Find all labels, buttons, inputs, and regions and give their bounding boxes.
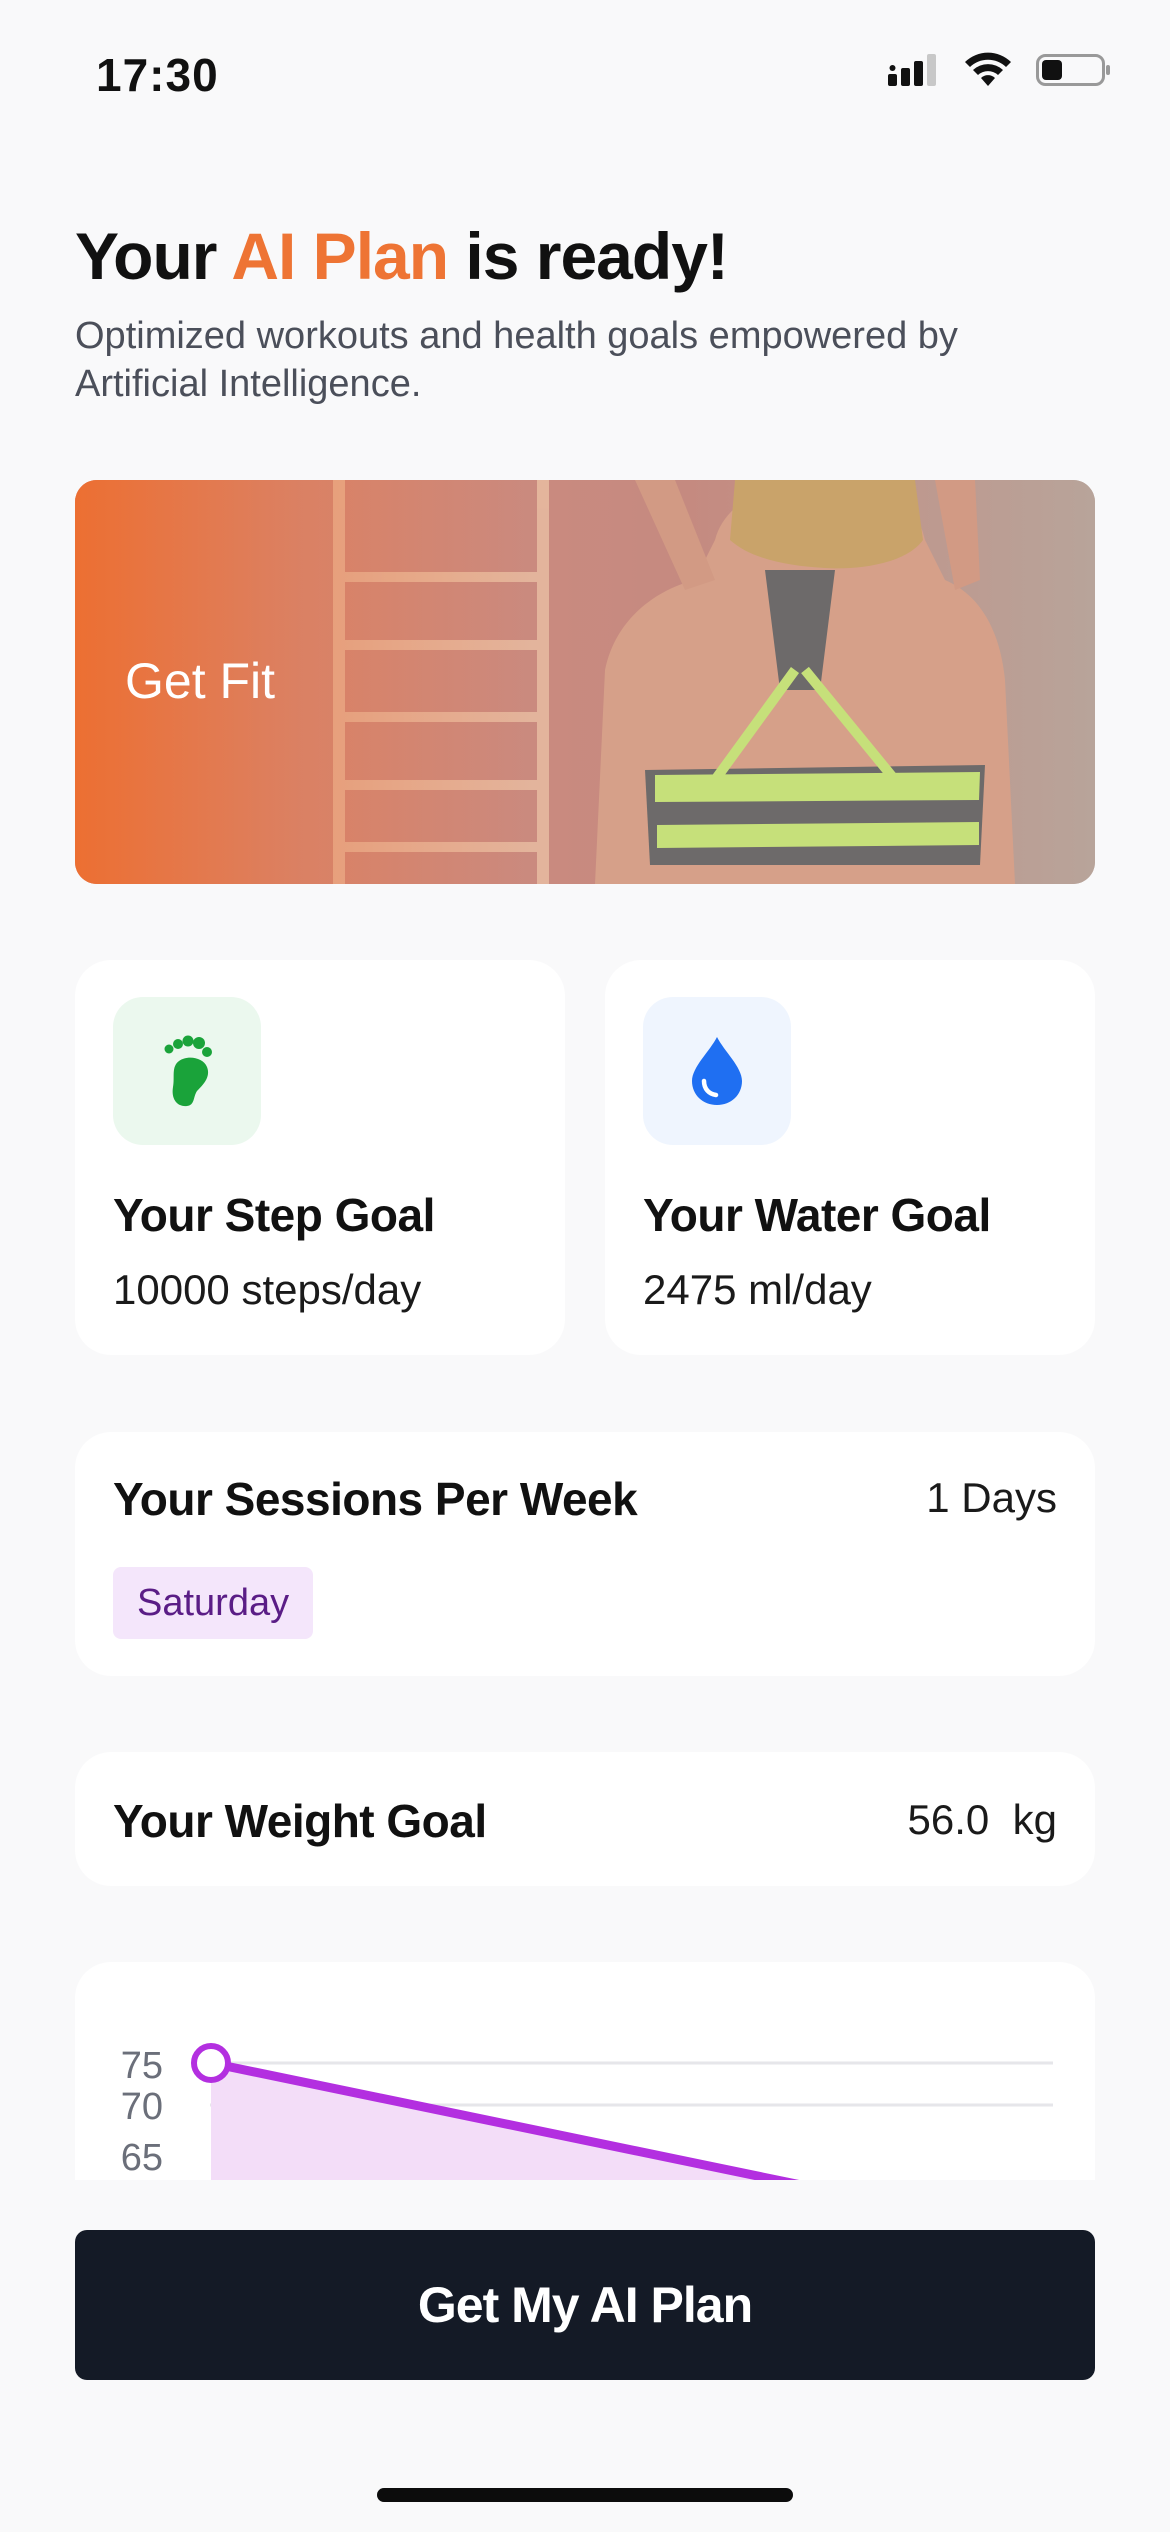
- get-my-ai-plan-button[interactable]: Get My AI Plan: [75, 2230, 1095, 2380]
- home-indicator[interactable]: [377, 2488, 793, 2502]
- weight-chart: 75 70 65: [121, 2043, 1053, 2180]
- weight-goal-value: 56.0 kg: [907, 1796, 1057, 1843]
- ai-plan-screen: 17:30 Your AI Plan is ready! Optimized w…: [0, 0, 1170, 2532]
- y-tick-65: 65: [121, 2137, 163, 2179]
- y-tick-70: 70: [121, 2086, 163, 2128]
- hero-label: Get Fit: [125, 653, 276, 709]
- sessions-title: Your Sessions Per Week: [113, 1473, 638, 1525]
- status-bar: 17:30: [0, 0, 1170, 150]
- step-goal-value: 10000 steps/day: [113, 1266, 422, 1313]
- page-subtitle: Optimized workouts and health goals empo…: [75, 315, 958, 405]
- hero-banner: Get Fit: [75, 480, 1095, 884]
- status-time: 17:30: [96, 49, 219, 101]
- water-goal-card[interactable]: Your Water Goal 2475 ml/day: [605, 960, 1095, 1355]
- water-drop-icon: [692, 1037, 742, 1105]
- cellular-signal-icon: [888, 54, 936, 86]
- area-fill: [211, 2063, 777, 2180]
- day-chip-saturday[interactable]: Saturday: [113, 1567, 314, 1639]
- start-point: [191, 2043, 231, 2083]
- footprint-icon: [164, 1035, 212, 1107]
- title-suffix: is ready!: [465, 219, 728, 293]
- wifi-icon: [965, 52, 1011, 86]
- y-tick-75: 75: [121, 2045, 163, 2087]
- step-goal-title: Your Step Goal: [113, 1189, 435, 1241]
- battery-icon: [1036, 54, 1110, 86]
- step-icon-box: [113, 997, 261, 1145]
- sessions-value: 1 Days: [926, 1474, 1057, 1521]
- water-icon-box: [643, 997, 791, 1145]
- weight-goal-card[interactable]: Your Weight Goal 56.0 kg: [75, 1752, 1095, 1886]
- title-prefix: Your: [75, 219, 217, 293]
- weight-chart-card: 75 70 65: [75, 1962, 1095, 2180]
- status-icons: [888, 52, 1112, 88]
- water-goal-title: Your Water Goal: [643, 1189, 991, 1241]
- series-line: [206, 2058, 800, 2180]
- title-accent: AI Plan: [231, 219, 449, 293]
- step-goal-card[interactable]: Your Step Goal 10000 steps/day: [75, 960, 565, 1355]
- page-title: Your AI Plan is ready!: [75, 218, 729, 294]
- weight-goal-title: Your Weight Goal: [113, 1795, 487, 1847]
- water-goal-value: 2475 ml/day: [643, 1266, 872, 1313]
- sessions-card[interactable]: Your Sessions Per Week 1 Days Saturday: [75, 1432, 1095, 1676]
